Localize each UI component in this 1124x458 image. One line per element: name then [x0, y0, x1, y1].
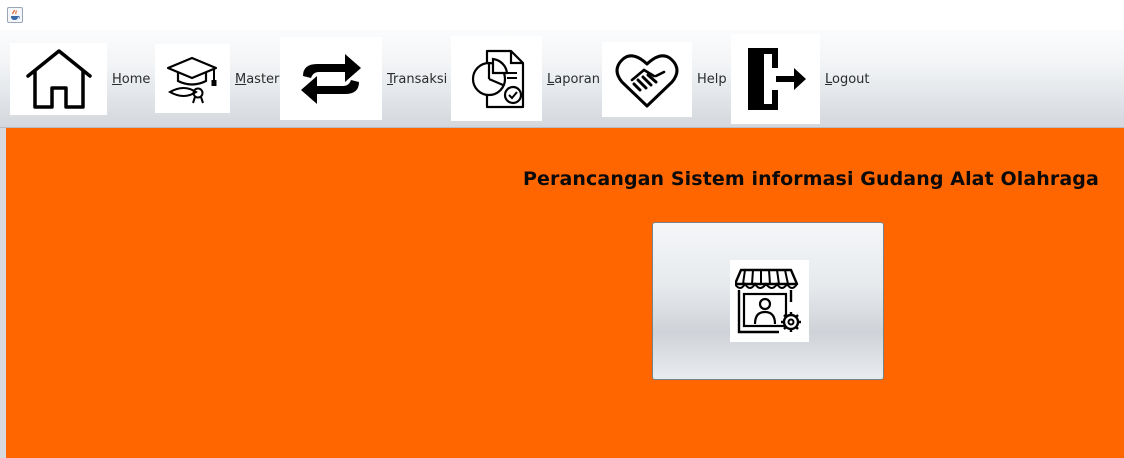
graduation-cap-icon [155, 44, 230, 113]
main-panel: Perancangan Sistem informasi Gudang Alat… [0, 128, 1124, 458]
report-chart-icon [451, 36, 542, 121]
window-titlebar [0, 0, 1124, 30]
menu-help-label: Help [697, 72, 727, 87]
handshake-heart-icon [602, 42, 692, 117]
menu-logout-label: Logout [825, 72, 870, 87]
store-admin-icon [730, 260, 809, 342]
exchange-arrows-icon [280, 37, 382, 120]
menu-laporan-label: Laporan [547, 72, 600, 87]
java-app-icon [7, 7, 23, 23]
menu-home-label: Home [112, 72, 151, 87]
menu-transaksi-label: Transaksi [387, 72, 448, 87]
menu-master-label: Master [235, 72, 280, 87]
warehouse-admin-button[interactable] [652, 222, 884, 380]
panel-border [0, 128, 6, 458]
logout-door-icon [731, 34, 820, 124]
home-icon [10, 43, 107, 115]
page-title: Perancangan Sistem informasi Gudang Alat… [523, 168, 1099, 190]
menu-bar: Home Master Transaksi Laporan Help Logou… [0, 30, 1124, 128]
